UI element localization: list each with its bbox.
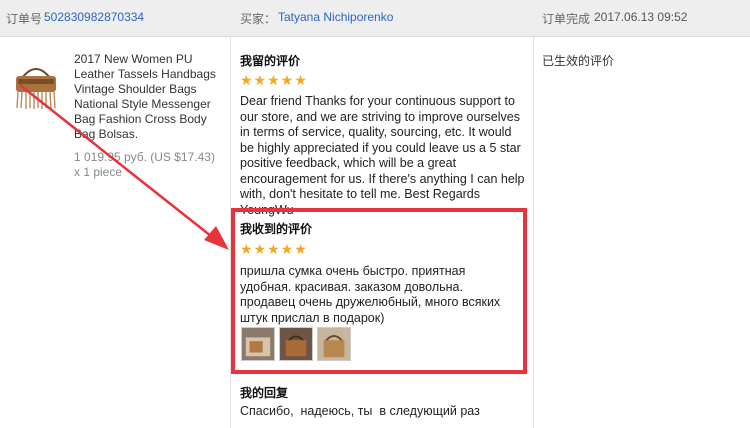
reply-text: Спасибо, надеюсь, ты в следующий раз xyxy=(240,404,480,418)
feedback-status: 已生效的评价 xyxy=(542,54,615,68)
my-reply: 我的回复 Спасибо, надеюсь, ты в следующий ра… xyxy=(240,384,525,420)
arrow-annotation xyxy=(19,84,229,250)
reply-title: 我的回复 xyxy=(240,386,289,400)
order-feedback-panel: 订单号 502830982870334 买家： Tatyana Nichipor… xyxy=(0,0,750,428)
